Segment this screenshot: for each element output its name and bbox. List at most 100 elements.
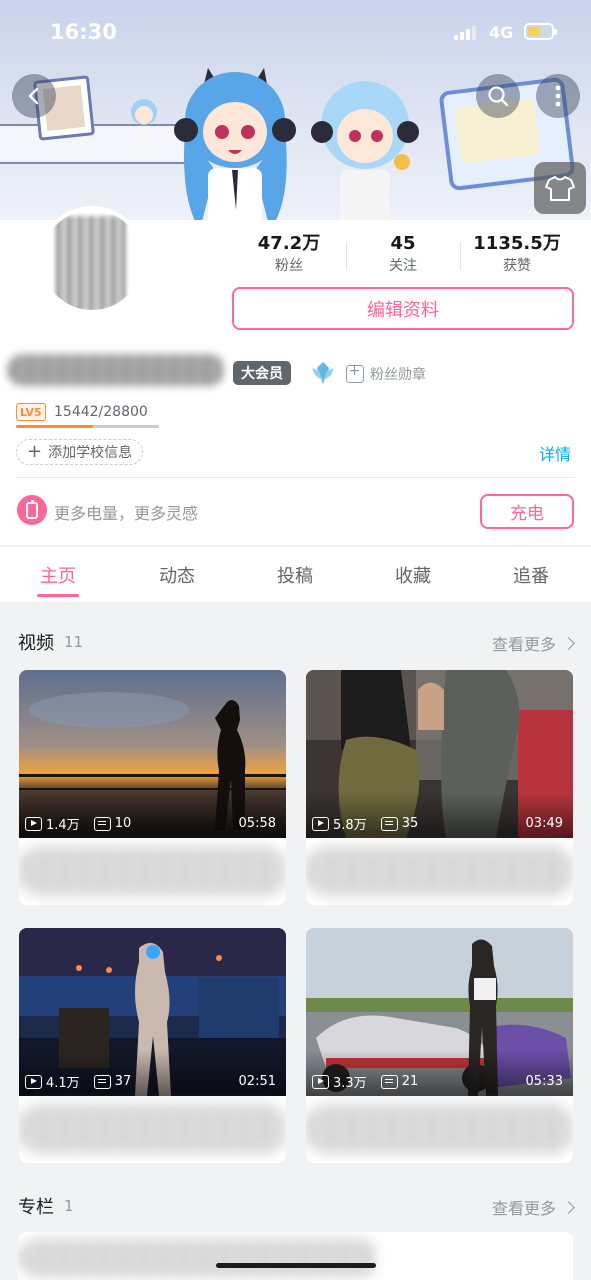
- videos-section-header: 视频 11 查看更多: [18, 628, 575, 656]
- exp-progress-bar: [16, 425, 159, 428]
- search-button[interactable]: [476, 74, 520, 118]
- back-button[interactable]: [12, 74, 56, 118]
- username-blurred: [8, 354, 224, 386]
- exp-progress-fill: [16, 425, 93, 428]
- details-link[interactable]: 详情: [539, 441, 571, 465]
- banner-chibi-figure: [131, 99, 157, 148]
- charge-icon: [17, 495, 47, 525]
- danmaku-icon: [93, 816, 111, 831]
- tab-uploads[interactable]: 投稿: [255, 547, 335, 603]
- banner-character-left: [174, 68, 296, 220]
- shirt-icon: [545, 176, 575, 201]
- fan-medal[interactable]: 粉丝勋章: [346, 362, 426, 386]
- add-school-label: 添加学校信息: [48, 445, 133, 461]
- video-card[interactable]: 3.3万 21 05:33: [306, 928, 573, 1163]
- profile-tabs: 主页 动态 投稿 收藏 追番: [0, 546, 591, 603]
- danmaku-count: 35: [401, 816, 419, 831]
- danmaku-icon: [93, 1074, 111, 1089]
- back-icon: [28, 87, 39, 105]
- play-count: 3.3万: [333, 1076, 367, 1091]
- video-thumbnail: [19, 670, 286, 838]
- stat-label: 粉丝: [275, 258, 303, 274]
- video-meta: 3.3万 21 05:33: [312, 1072, 563, 1091]
- tab-home[interactable]: 主页: [18, 547, 98, 603]
- banner-character-right: [311, 81, 419, 220]
- video-duration: 03:49: [525, 816, 563, 831]
- video-meta: 4.1万 37 02:51: [25, 1072, 276, 1091]
- video-duration: 05:33: [525, 1074, 563, 1089]
- exp-text: 15442/28800: [54, 404, 148, 420]
- section-title: 专栏: [18, 1197, 54, 1218]
- edit-profile-button[interactable]: 编辑资料: [232, 287, 574, 330]
- section-count: 11: [64, 633, 84, 651]
- crest-icon[interactable]: [309, 359, 337, 387]
- video-thumbnail: [19, 928, 286, 1096]
- avatar[interactable]: [38, 206, 146, 314]
- video-title-blurred: [306, 1104, 573, 1154]
- danmaku-count: 10: [114, 816, 132, 831]
- video-duration: 05:58: [238, 816, 276, 831]
- divider: [16, 477, 575, 478]
- battery-icon: [524, 23, 557, 40]
- article-title-blurred: [18, 1238, 378, 1278]
- danmaku-count: 37: [114, 1074, 132, 1089]
- stat-likes[interactable]: 1135.5万 获赞: [460, 230, 574, 286]
- stat-value: 45: [390, 233, 416, 254]
- video-title-blurred: [19, 846, 286, 896]
- add-school-button[interactable]: + 添加学校信息: [16, 439, 144, 465]
- articles-section-header: 专栏 1 查看更多: [18, 1192, 575, 1220]
- articles-more-link[interactable]: 查看更多: [491, 1195, 575, 1219]
- video-thumbnail: [306, 928, 573, 1096]
- status-bar: 16:30 4G: [0, 0, 591, 64]
- status-time: 16:30: [50, 20, 117, 44]
- tab-dynamics[interactable]: 动态: [137, 547, 217, 603]
- tab-favorites[interactable]: 收藏: [373, 547, 453, 603]
- videos-more-link[interactable]: 查看更多: [491, 631, 575, 655]
- section-count: 1: [64, 1197, 74, 1215]
- video-card[interactable]: 4.1万 37 02:51: [19, 928, 286, 1163]
- article-card[interactable]: [18, 1232, 573, 1280]
- signal-icon: [454, 26, 476, 40]
- video-thumbnail: [306, 670, 573, 838]
- stat-following[interactable]: 45 关注: [346, 230, 460, 286]
- chevron-right-icon: [562, 1200, 575, 1214]
- danmaku-icon: [380, 1074, 398, 1089]
- profile-stats: 47.2万 粉丝 45 关注 1135.5万 获赞: [232, 230, 574, 286]
- fan-medal-label: 粉丝勋章: [370, 367, 426, 383]
- video-meta: 1.4万 10 05:58: [25, 814, 276, 833]
- profile-card: 47.2万 粉丝 45 关注 1135.5万 获赞 编辑资料 大会员 粉丝勋章 …: [0, 206, 591, 545]
- video-title-blurred: [306, 846, 573, 896]
- video-title-blurred: [19, 1104, 286, 1154]
- charge-button[interactable]: 充电: [480, 494, 574, 529]
- avatar-image-blurred: [56, 216, 126, 310]
- stat-label: 获赞: [503, 258, 531, 274]
- more-label: 查看更多: [491, 635, 556, 654]
- video-card[interactable]: 5.8万 35 03:49: [306, 670, 573, 905]
- play-count: 1.4万: [46, 818, 80, 833]
- play-count-icon: [25, 1074, 42, 1089]
- section-title: 视频: [18, 633, 54, 654]
- stat-label: 关注: [389, 258, 417, 274]
- play-count: 5.8万: [333, 818, 367, 833]
- video-duration: 02:51: [238, 1074, 276, 1089]
- tab-bangumi[interactable]: 追番: [491, 547, 571, 603]
- stat-fans[interactable]: 47.2万 粉丝: [232, 230, 346, 286]
- play-count-icon: [25, 816, 42, 831]
- stat-value: 1135.5万: [473, 233, 561, 254]
- chevron-right-icon: [562, 636, 575, 650]
- charge-prompt: 更多电量，更多灵感: [54, 504, 199, 523]
- network-label: 4G: [489, 23, 514, 42]
- vip-badge[interactable]: 大会员: [233, 361, 291, 385]
- fan-medal-icon: [346, 363, 364, 383]
- home-indicator[interactable]: [216, 1263, 376, 1268]
- play-count: 4.1万: [46, 1076, 80, 1091]
- stat-value: 47.2万: [257, 233, 321, 254]
- danmaku-count: 21: [401, 1074, 419, 1089]
- more-label: 查看更多: [491, 1199, 556, 1218]
- search-icon: [488, 86, 509, 107]
- video-meta: 5.8万 35 03:49: [312, 814, 563, 833]
- more-icon: [555, 85, 561, 107]
- more-button[interactable]: [536, 74, 580, 118]
- dress-up-button[interactable]: [534, 162, 586, 214]
- video-card[interactable]: 1.4万 10 05:58: [19, 670, 286, 905]
